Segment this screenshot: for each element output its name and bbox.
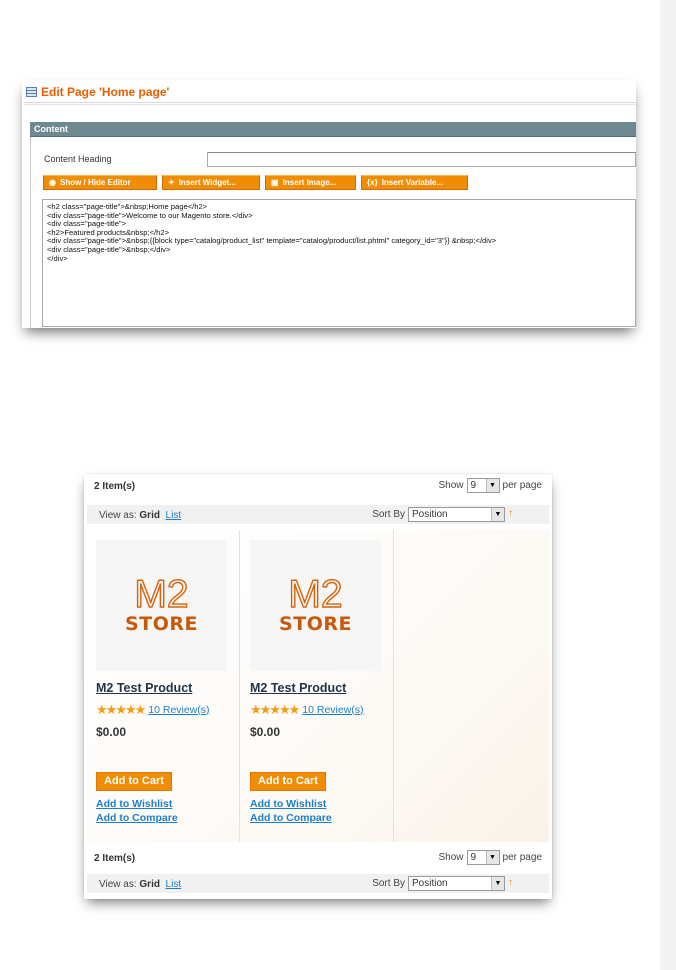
product-image[interactable]: M2 STORE [96,540,227,671]
item-count: 2 Item(s) [94,481,136,492]
right-scroll-strip [660,0,676,970]
insert-widget-label: Insert Widget... [178,178,236,187]
content-heading-input[interactable] [207,152,636,167]
editor-line: <div class="page-title">Welcome to our M… [47,210,253,220]
ratings: ★★★★★ 10 Review(s) [96,703,210,716]
star-rating-icon: ★★★★★ [96,702,146,717]
reviews-link[interactable]: 10 Review(s) [148,704,209,716]
sort-by-value: Position [412,509,448,520]
chevron-down-icon: ▼ [491,508,504,521]
star-rating-icon: ★★★★★ [250,702,300,717]
storefront-product-listing: 2 Item(s) Show 9 ▼ per page View as: Gri… [84,474,552,899]
sort-by: Sort By Position ▼ [372,507,505,522]
add-to-wishlist-link[interactable]: Add to Wishlist [250,798,326,810]
view-list-link[interactable]: List [166,510,182,521]
variable-icon: {x} [367,178,378,187]
store-logo-text: STORE [125,612,198,635]
view-list-link[interactable]: List [166,879,182,890]
per-page-label: per page [502,480,542,491]
grid-icon [26,87,37,97]
product-name-link[interactable]: M2 Test Product [250,681,346,695]
pager-top: 2 Item(s) Show 9 ▼ per page [84,474,552,498]
view-grid-current: Grid [139,510,160,521]
sort-by-label: Sort By [372,878,405,889]
content-editor-textarea[interactable]: <h2 class="page-title">&nbsp;Home page</… [42,199,636,327]
show-label: Show [438,480,464,491]
limiter: Show 9 ▼ per page [438,478,542,493]
product-item: M2 STORE M2 Test Product ★★★★★ 10 Review… [87,530,240,842]
show-label: Show [438,852,464,863]
add-to-cart-button[interactable]: Add to Cart [96,772,172,791]
sorter-bottom: View as: Grid List Sort By Position ▼ ↑ [87,873,549,893]
page-title: Edit Page 'Home page' [26,85,169,99]
product-item: M2 STORE M2 Test Product ★★★★★ 10 Review… [241,530,394,842]
sort-by-select[interactable]: Position ▼ [408,876,505,891]
products-grid: M2 STORE M2 Test Product ★★★★★ 10 Review… [87,530,549,842]
chevron-down-icon: ▼ [485,851,499,864]
item-count: 2 Item(s) [94,853,136,864]
add-to-wishlist-link[interactable]: Add to Wishlist [96,798,172,810]
view-mode: View as: Grid List [99,879,181,890]
chevron-down-icon: ▼ [491,877,504,890]
view-mode: View as: Grid List [99,510,181,521]
per-page-select[interactable]: 9 ▼ [466,850,500,865]
insert-widget-button[interactable]: ✦ Insert Widget... [162,175,260,190]
page-title-text: Edit Page 'Home page' [41,85,170,99]
sort-by-value: Position [412,878,448,889]
product-name-link[interactable]: M2 Test Product [96,681,192,695]
insert-variable-label: Insert Variable... [381,178,444,187]
arrow-up-icon[interactable]: ↑ [508,877,513,888]
view-as-label: View as: [99,510,137,521]
per-page-value: 9 [470,852,477,863]
chevron-down-icon: ▼ [485,479,499,492]
view-as-label: View as: [99,879,137,890]
eye-icon: ◉ [49,178,56,187]
store-logo-text: STORE [279,612,352,635]
add-to-compare-link[interactable]: Add to Compare [96,812,178,824]
content-heading-label: Content Heading [44,154,112,164]
view-grid-current: Grid [139,879,160,890]
title-divider [24,102,636,105]
editor-line: </div> [47,253,68,263]
m2-logo-text: M2 [288,572,344,616]
widget-icon: ✦ [168,178,175,187]
insert-variable-button[interactable]: {x} Insert Variable... [361,175,468,190]
image-icon: ▣ [271,178,279,187]
arrow-up-icon[interactable]: ↑ [508,508,513,519]
add-to-compare-link[interactable]: Add to Compare [250,812,332,824]
content-section-header: Content [30,122,636,137]
sort-by-select[interactable]: Position ▼ [408,507,505,522]
show-hide-editor-label: Show / Hide Editor [59,178,131,187]
sorter-top: View as: Grid List Sort By Position ▼ ↑ [87,504,549,524]
insert-image-button[interactable]: ▣ Insert Image... [265,175,356,190]
per-page-select[interactable]: 9 ▼ [466,478,500,493]
admin-edit-page-panel: Edit Page 'Home page' Content Content He… [22,80,636,328]
editor-line: <div class="page-title">&nbsp;</div> [47,244,171,254]
per-page-label: per page [502,852,542,863]
insert-image-label: Insert Image... [282,178,337,187]
m2-logo-text: M2 [134,572,190,616]
ratings: ★★★★★ 10 Review(s) [250,703,364,716]
sort-by-label: Sort By [372,509,405,520]
limiter: Show 9 ▼ per page [438,850,542,865]
per-page-value: 9 [470,480,477,491]
pager-bottom: 2 Item(s) Show 9 ▼ per page [84,846,552,870]
show-hide-editor-button[interactable]: ◉ Show / Hide Editor [43,175,157,190]
add-to-cart-button[interactable]: Add to Cart [250,772,326,791]
product-price: $0.00 [96,725,127,739]
product-image[interactable]: M2 STORE [250,540,381,671]
product-price: $0.00 [250,725,281,739]
sort-by: Sort By Position ▼ [372,876,505,891]
reviews-link[interactable]: 10 Review(s) [302,704,363,716]
